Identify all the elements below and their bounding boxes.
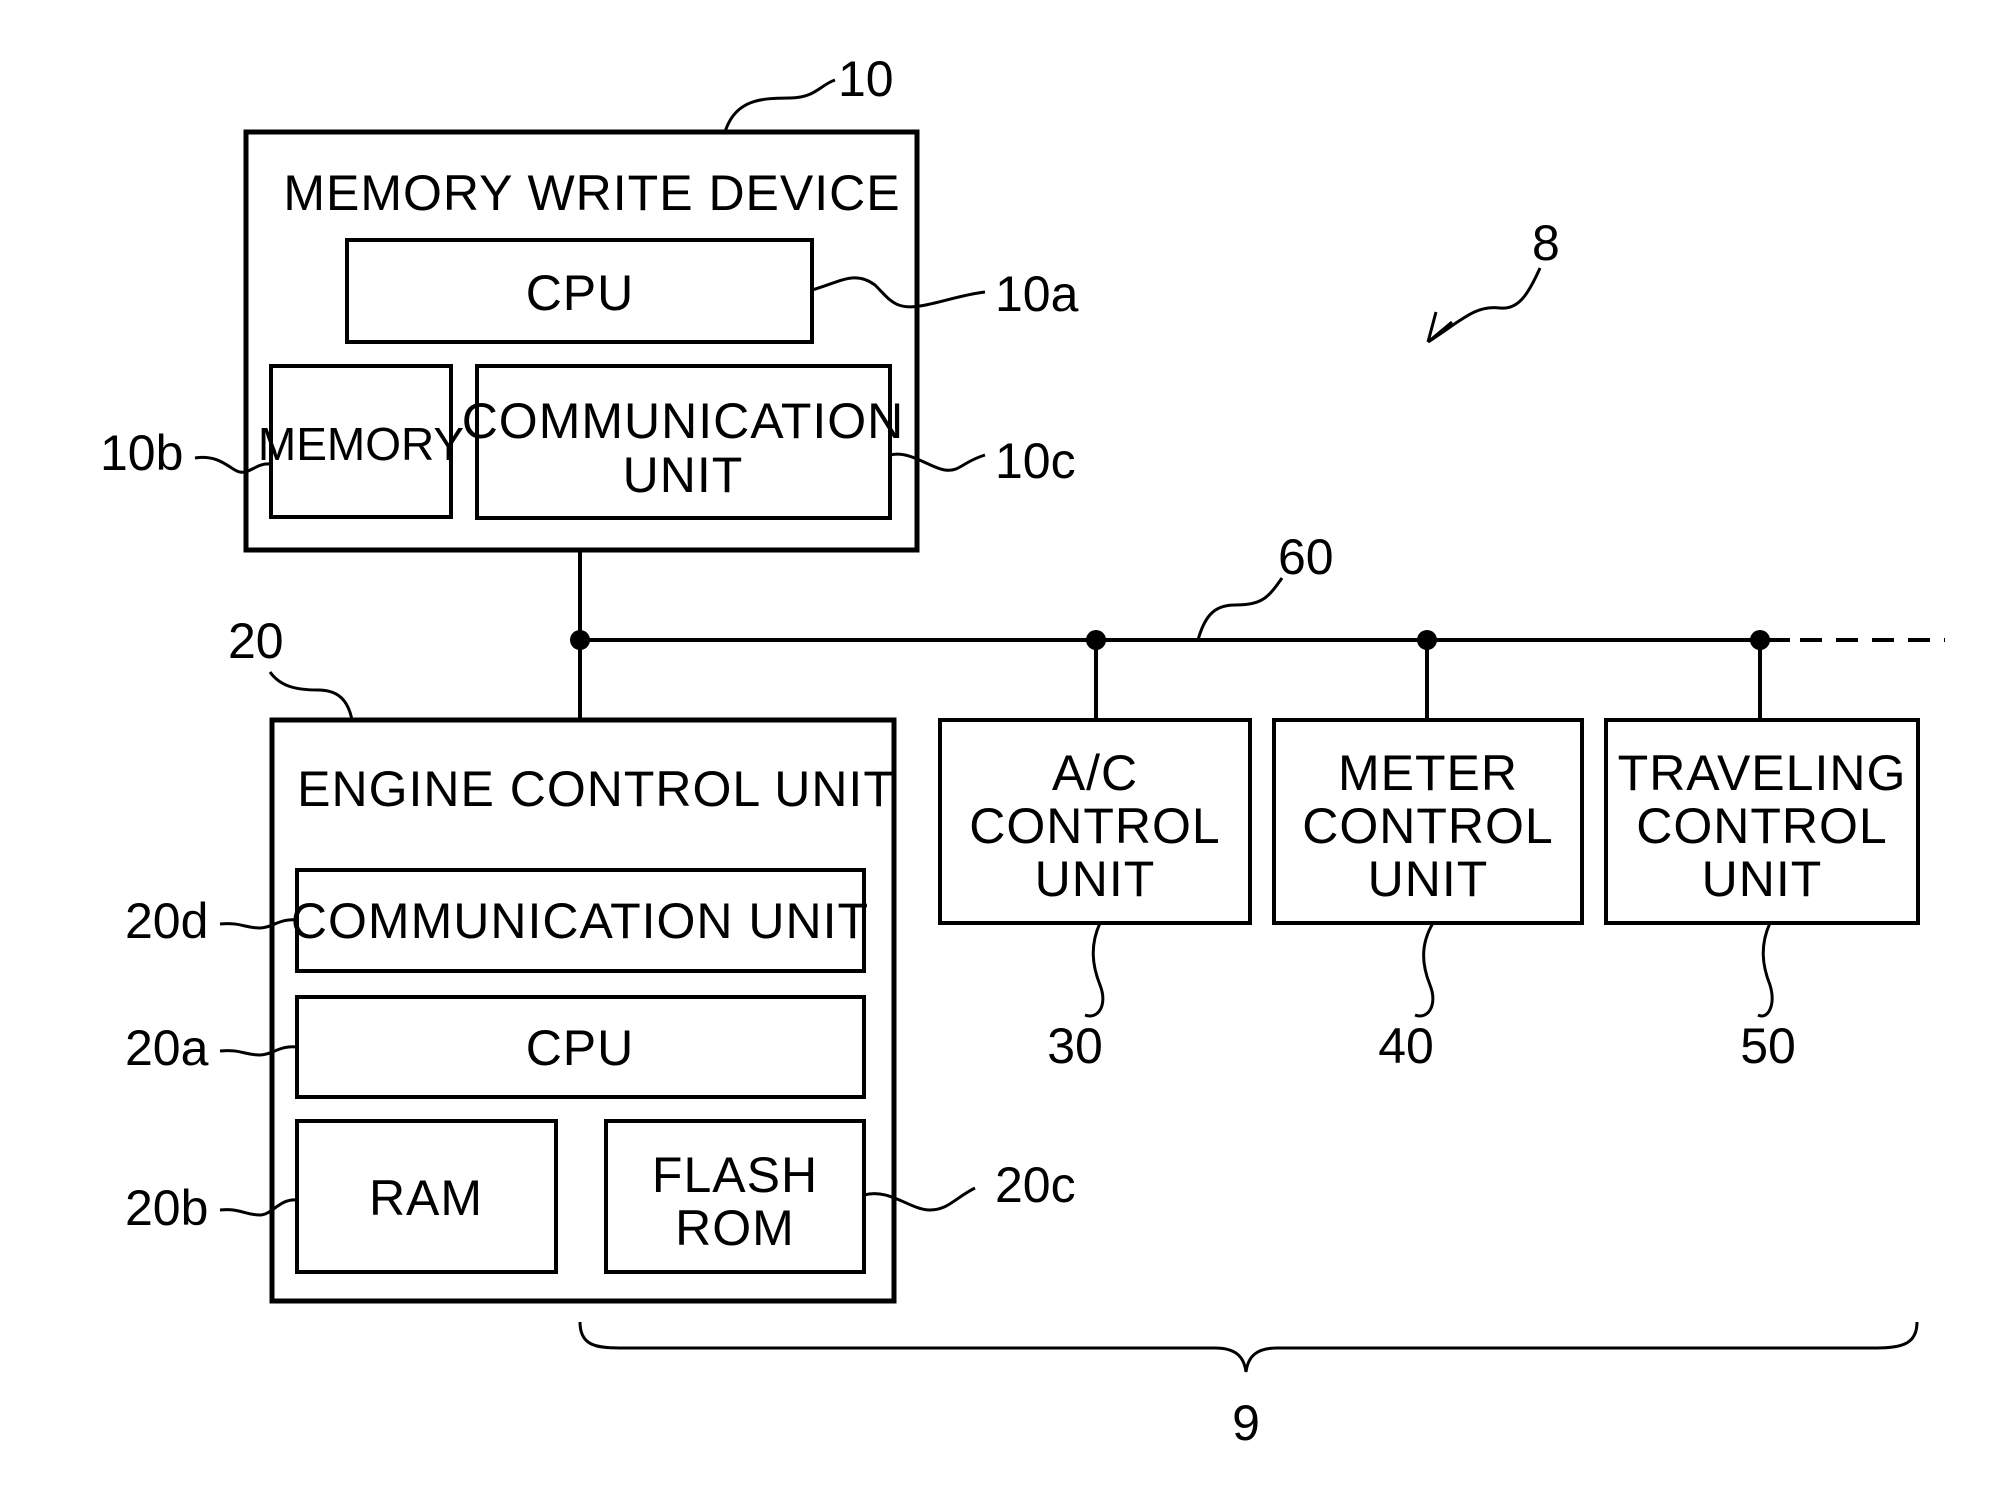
system-reference: 8 [1426, 215, 1560, 344]
ref-40: 40 [1378, 1018, 1434, 1074]
ref-50-leader [1757, 922, 1774, 1018]
mwd-communication-unit-line1: COMMUNICATION [462, 393, 905, 449]
brace-icon [578, 1321, 1919, 1373]
block-diagram: MEMORY WRITE DEVICE CPU MEMORY COMMUNICA… [100, 51, 1945, 1451]
ecu-communication-unit-label: COMMUNICATION UNIT [291, 893, 869, 949]
engine-control-unit-title: ENGINE CONTROL UNIT [297, 761, 895, 817]
ref-40-leader [1414, 922, 1435, 1018]
ref-9: 9 [1232, 1395, 1260, 1451]
mwd-memory-label: MEMORY [258, 418, 464, 470]
meter-control-unit-line2: CONTROL [1302, 798, 1553, 854]
bus-junction-dot [570, 630, 590, 650]
ref-10b: 10b [100, 425, 183, 481]
ref-10-leader [723, 78, 836, 133]
ecu-ram-label: RAM [369, 1170, 483, 1226]
ref-30-leader [1084, 922, 1105, 1018]
traveling-control-unit-line1: TRAVELING [1618, 745, 1907, 801]
memory-write-device-title: MEMORY WRITE DEVICE [283, 165, 900, 221]
communication-bus: 60 [570, 529, 1945, 720]
ref-20b: 20b [125, 1180, 208, 1236]
mwd-cpu-label: CPU [526, 265, 635, 321]
ref-10: 10 [838, 51, 894, 107]
engine-control-unit: ENGINE CONTROL UNIT COMMUNICATION UNIT C… [125, 613, 1076, 1304]
traveling-control-unit: TRAVELING CONTROL UNIT 50 [1604, 718, 1920, 1074]
ref-50: 50 [1740, 1018, 1796, 1074]
ref-10a: 10a [995, 266, 1079, 322]
mwd-communication-unit-line2: UNIT [623, 447, 744, 503]
ecu-cpu-label: CPU [526, 1020, 635, 1076]
ac-control-unit-line2: CONTROL [969, 798, 1220, 854]
network-group-brace: 9 [578, 1321, 1919, 1451]
bus-junction-dot [1750, 630, 1770, 650]
traveling-control-unit-line2: CONTROL [1636, 798, 1887, 854]
traveling-control-unit-line3: UNIT [1702, 851, 1823, 907]
ref-20c: 20c [995, 1157, 1076, 1213]
memory-write-device: MEMORY WRITE DEVICE CPU MEMORY COMMUNICA… [100, 51, 1079, 553]
ref-8: 8 [1532, 215, 1560, 271]
ac-control-unit-line1: A/C [1052, 745, 1138, 801]
ref-8-arrow-line [1427, 267, 1542, 344]
ecu-flash-rom-line2: ROM [675, 1200, 795, 1256]
meter-control-unit-line3: UNIT [1368, 851, 1489, 907]
ref-20a: 20a [125, 1020, 209, 1076]
ref-20d: 20d [125, 893, 208, 949]
ac-control-unit-line3: UNIT [1035, 851, 1156, 907]
ref-20-leader [268, 671, 354, 721]
ref-20: 20 [228, 613, 284, 669]
ref-30: 30 [1047, 1018, 1103, 1074]
meter-control-unit: METER CONTROL UNIT 40 [1272, 718, 1584, 1074]
ecu-flash-rom-line1: FLASH [652, 1147, 818, 1203]
ref-60: 60 [1278, 529, 1334, 585]
ref-60-leader [1196, 577, 1284, 641]
bus-junction-dot [1086, 630, 1106, 650]
bus-junction-dot [1417, 630, 1437, 650]
ac-control-unit: A/C CONTROL UNIT 30 [938, 718, 1252, 1074]
ref-10c: 10c [995, 433, 1076, 489]
meter-control-unit-line1: METER [1338, 745, 1518, 801]
